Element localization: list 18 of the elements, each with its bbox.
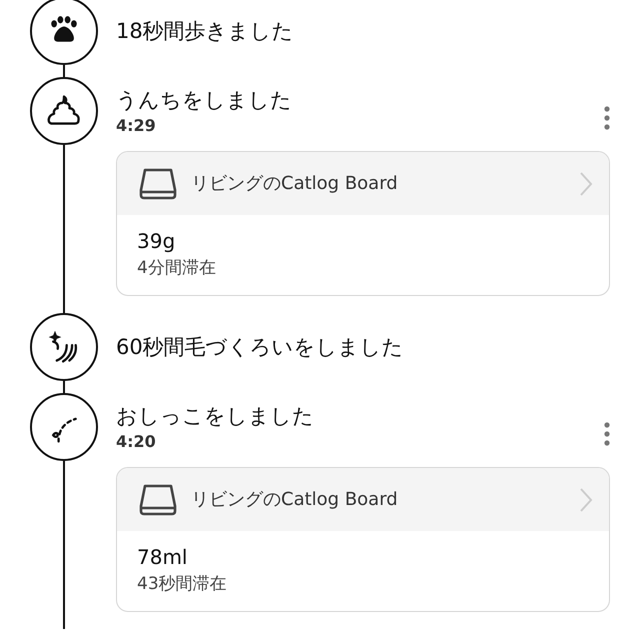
event-time: 4:29 <box>116 115 157 137</box>
scale-icon <box>139 482 177 516</box>
device-name: リビングのCatlog Board <box>191 172 399 196</box>
device-name: リビングのCatlog Board <box>191 488 399 512</box>
scale-icon <box>139 166 177 200</box>
device-row[interactable]: リビングのCatlog Board <box>117 152 609 215</box>
event-title: 60秒間毛づくろいをしました <box>116 334 404 361</box>
event-title: 18秒間歩きました <box>116 18 294 45</box>
measurement-value: 39g <box>137 228 176 255</box>
stay-duration: 4分間滞在 <box>137 257 217 280</box>
event-title: おしっこをしました <box>116 403 314 430</box>
chevron-right-icon <box>579 486 593 512</box>
event-time: 4:20 <box>116 431 157 453</box>
chevron-right-icon <box>579 170 593 196</box>
stay-duration: 43秒間滞在 <box>137 573 228 596</box>
device-row[interactable]: リビングのCatlog Board <box>117 468 609 531</box>
measurement-value: 78ml <box>137 544 188 571</box>
event-title: うんちをしました <box>116 87 292 114</box>
